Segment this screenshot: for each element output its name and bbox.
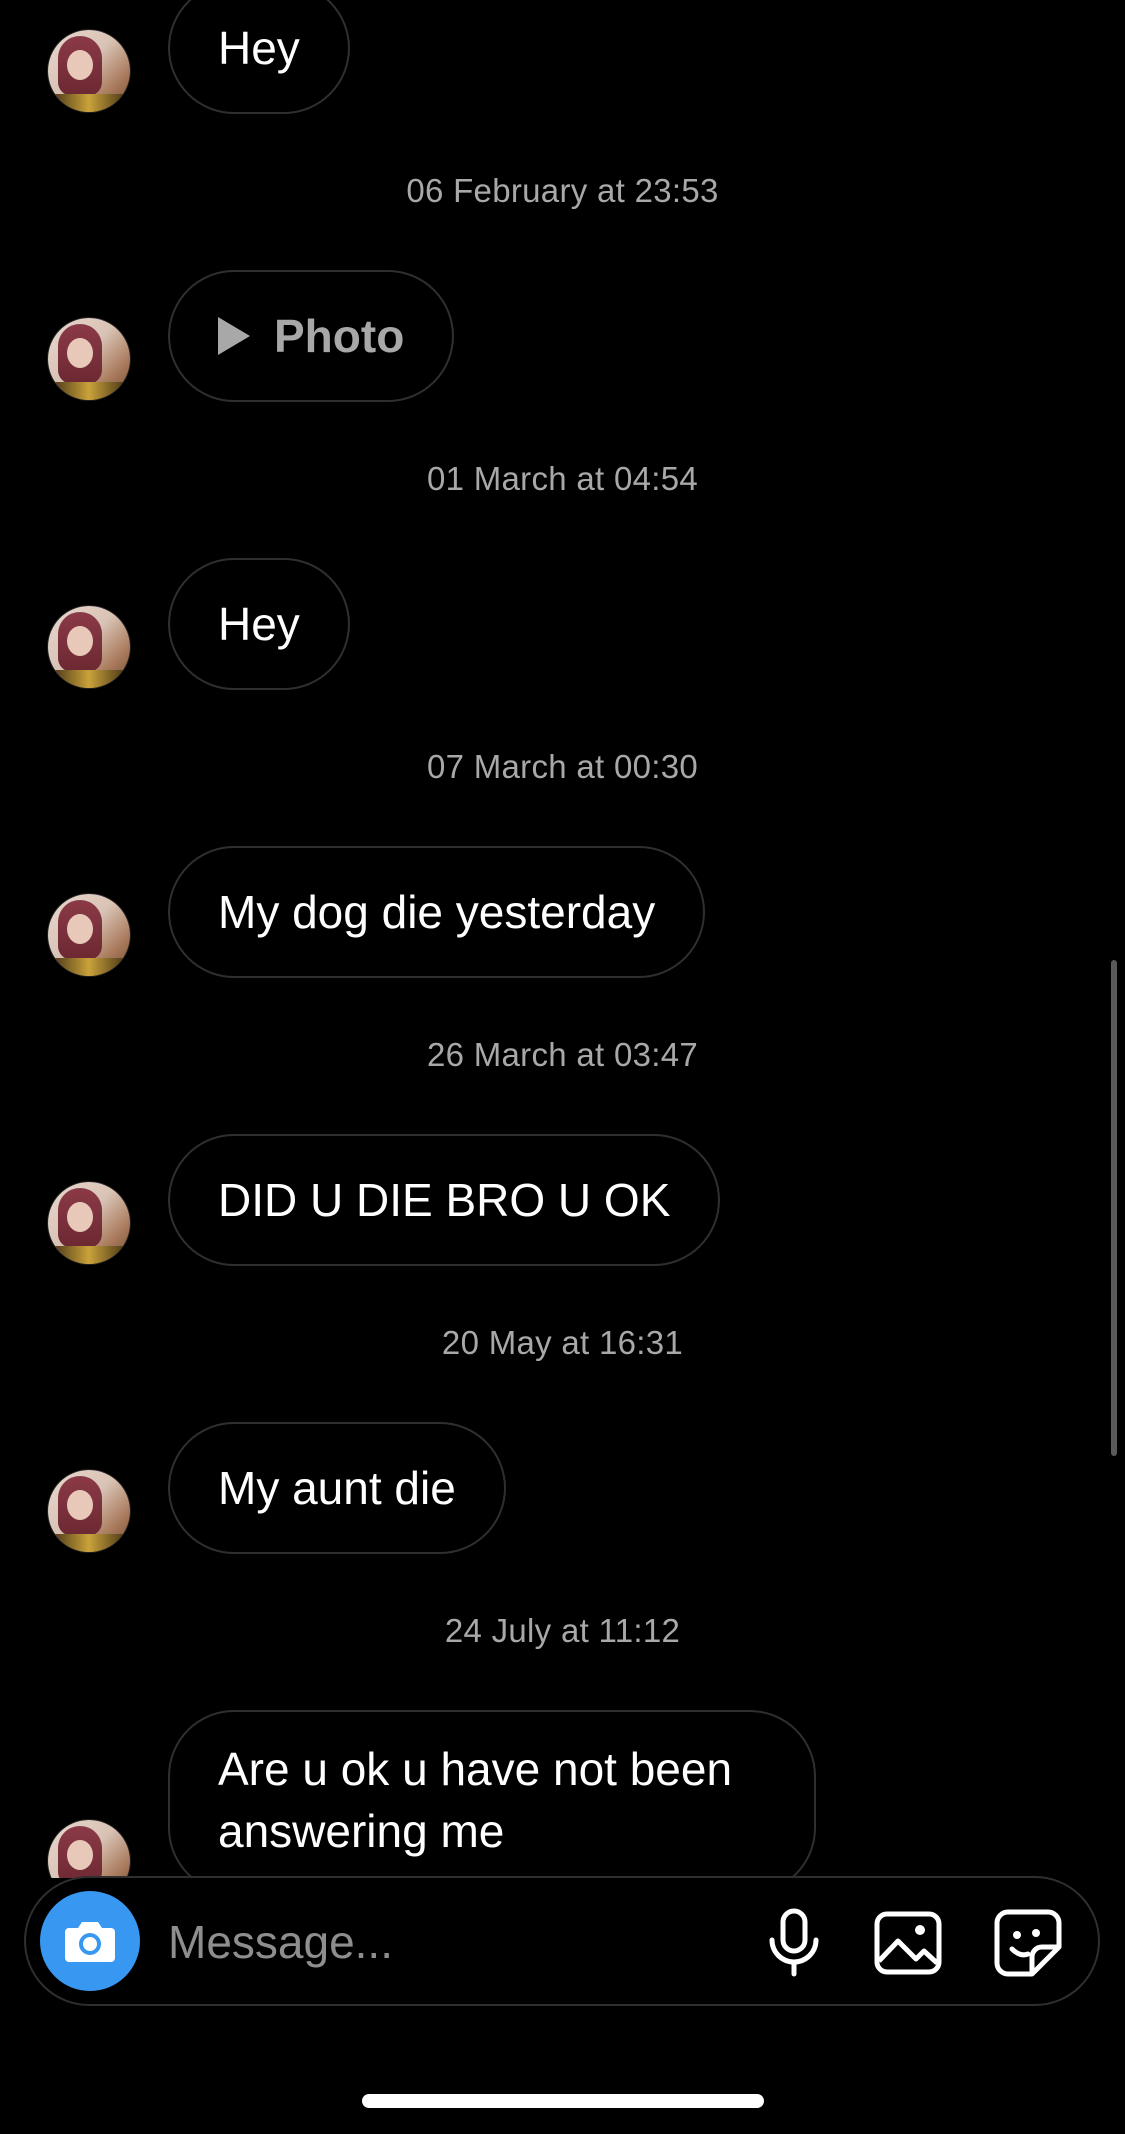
message-bubble[interactable]: Are u ok u have not been answering me xyxy=(168,1710,816,1878)
contact-avatar[interactable] xyxy=(48,1470,130,1552)
message-text: DID U DIE BRO U OK xyxy=(218,1174,671,1226)
contact-avatar[interactable] xyxy=(48,1182,130,1264)
message-bubble[interactable]: Hey xyxy=(168,558,350,690)
photo-label: Photo xyxy=(274,310,405,362)
sticker-button[interactable] xyxy=(988,1903,1068,1983)
message-timestamp: 24 July at 11:12 xyxy=(444,1612,681,1649)
message-timestamp: 26 March at 03:47 xyxy=(426,1036,699,1073)
message-text: My aunt die xyxy=(218,1462,456,1514)
contact-avatar[interactable] xyxy=(48,1820,130,1878)
message-bubble[interactable]: My dog die yesterday xyxy=(168,846,706,978)
message-text: My dog die yesterday xyxy=(218,886,656,938)
message-text: Hey xyxy=(218,598,300,650)
message-timestamp: 06 February at 23:53 xyxy=(406,172,719,209)
message-input[interactable] xyxy=(168,1902,728,1982)
microphone-button[interactable] xyxy=(754,1903,834,1983)
play-icon xyxy=(218,317,250,355)
sticker-icon xyxy=(994,1909,1062,1977)
microphone-icon xyxy=(769,1908,819,1977)
message-bubble[interactable]: My aunt die xyxy=(168,1422,506,1554)
scrollbar[interactable] xyxy=(1111,960,1117,1456)
photo-message-bubble[interactable]: Photo xyxy=(168,270,455,402)
home-indicator[interactable] xyxy=(362,2094,764,2108)
gallery-icon xyxy=(874,1911,942,1975)
message-timestamp: 01 March at 04:54 xyxy=(426,460,699,497)
camera-button[interactable] xyxy=(40,1891,140,1991)
message-timestamp: 20 May at 16:31 xyxy=(441,1324,684,1361)
contact-avatar[interactable] xyxy=(48,894,130,976)
camera-icon xyxy=(65,1922,115,1962)
message-text: Hey xyxy=(218,22,300,74)
message-bubble[interactable]: Hey xyxy=(168,0,350,114)
message-bubble[interactable]: DID U DIE BRO U OK xyxy=(168,1134,721,1266)
message-composer xyxy=(24,1876,1100,2006)
contact-avatar[interactable] xyxy=(48,318,130,400)
contact-avatar[interactable] xyxy=(48,30,130,112)
message-timestamp: 07 March at 00:30 xyxy=(426,748,699,785)
gallery-button[interactable] xyxy=(868,1903,948,1983)
message-text: Are u ok u have not been answering me xyxy=(218,1743,733,1857)
contact-avatar[interactable] xyxy=(48,606,130,688)
message-thread[interactable]: Hey 06 February at 23:53 Photo 01 March … xyxy=(0,0,1125,1878)
